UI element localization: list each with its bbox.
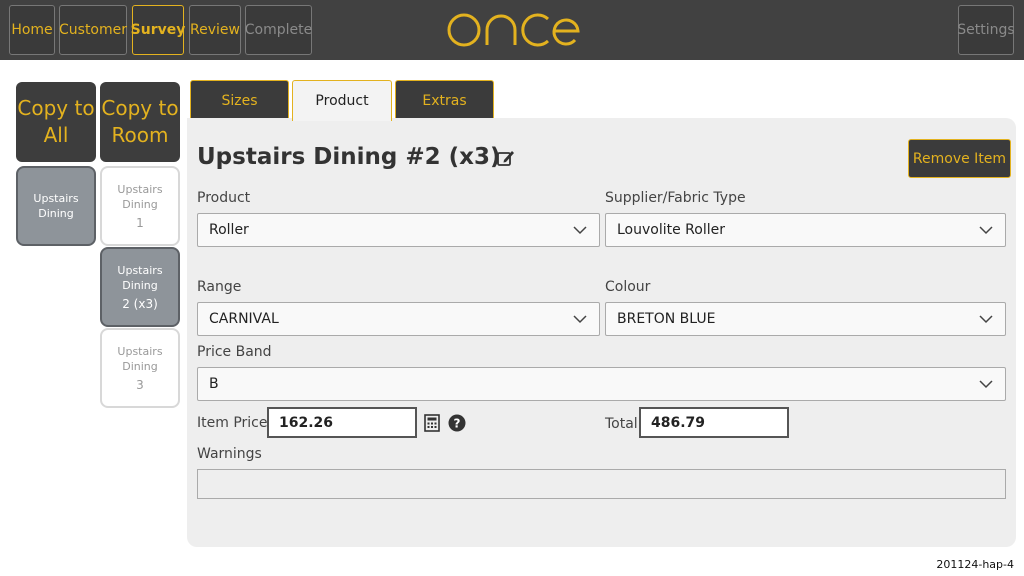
calculator-icon[interactable]: [424, 414, 440, 432]
nav-customer-button[interactable]: Customer: [59, 5, 127, 55]
chevron-down-icon: [979, 380, 993, 389]
remove-item-button[interactable]: Remove Item: [908, 139, 1011, 178]
chevron-down-icon: [573, 226, 587, 235]
room-name-line1: Upstairs: [33, 192, 79, 205]
room-name-line2: Dining: [122, 278, 158, 292]
nav-complete-button[interactable]: Complete: [245, 5, 312, 55]
chevron-down-icon: [979, 315, 993, 324]
chevron-down-icon: [979, 226, 993, 235]
room-item-upstairs-dining[interactable]: Upstairs Dining: [16, 166, 96, 246]
range-select[interactable]: CARNIVAL: [197, 302, 600, 336]
room-name-line2: Dining: [122, 197, 158, 211]
tab-extras[interactable]: Extras: [395, 80, 494, 120]
nav-review-button[interactable]: Review: [189, 5, 241, 55]
price-band-value: B: [209, 376, 219, 392]
tab-sizes[interactable]: Sizes: [190, 80, 289, 120]
svg-text:?: ?: [454, 417, 461, 431]
nav-settings-button[interactable]: Settings: [957, 5, 1015, 55]
room-name-line1: Upstairs: [117, 182, 163, 196]
edit-icon[interactable]: [496, 148, 516, 168]
supplier-value: Louvolite Roller: [617, 222, 725, 238]
price-band-select[interactable]: B: [197, 367, 1006, 401]
room-number: 2 (x3): [122, 296, 158, 311]
room-item-upstairs-dining-2[interactable]: Upstairs Dining 2 (x3): [100, 247, 180, 327]
room-name-line2: Dining: [122, 359, 158, 373]
nav-home-button[interactable]: Home: [9, 5, 55, 55]
tab-product[interactable]: Product: [292, 80, 392, 121]
range-label: Range: [197, 279, 242, 295]
top-nav-bar: Home Customer Survey Review Complete Set…: [0, 0, 1024, 60]
room-item-upstairs-dining-3[interactable]: Upstairs Dining 3: [100, 328, 180, 408]
room-name-line1: Upstairs: [117, 344, 163, 358]
room-name-line2: Dining: [38, 207, 74, 220]
supplier-select[interactable]: Louvolite Roller: [605, 213, 1006, 247]
item-title: Upstairs Dining #2 (x3): [197, 144, 501, 170]
room-number: 1: [136, 215, 144, 230]
warnings-label: Warnings: [197, 446, 262, 462]
colour-select[interactable]: BRETON BLUE: [605, 302, 1006, 336]
total-input[interactable]: 486.79: [639, 407, 789, 438]
product-label: Product: [197, 190, 251, 206]
chevron-down-icon: [573, 315, 587, 324]
total-label: Total: [605, 416, 638, 432]
once-logo: [447, 13, 580, 47]
item-price-input[interactable]: 162.26: [267, 407, 417, 438]
version-text: 201124-hap-4: [936, 558, 1014, 571]
help-icon[interactable]: ?: [448, 414, 466, 432]
supplier-label: Supplier/Fabric Type: [605, 190, 746, 206]
room-name-line1: Upstairs: [117, 263, 163, 277]
colour-value: BRETON BLUE: [617, 311, 716, 327]
warnings-field[interactable]: [197, 469, 1006, 499]
colour-label: Colour: [605, 279, 651, 295]
room-number: 3: [136, 377, 144, 392]
price-band-label: Price Band: [197, 344, 272, 360]
product-value: Roller: [209, 222, 249, 238]
room-item-upstairs-dining-1[interactable]: Upstairs Dining 1: [100, 166, 180, 246]
copy-to-all-button[interactable]: Copy to All: [16, 82, 96, 162]
copy-to-room-button[interactable]: Copy to Room: [100, 82, 180, 162]
nav-survey-button[interactable]: Survey: [131, 5, 185, 55]
product-select[interactable]: Roller: [197, 213, 600, 247]
range-value: CARNIVAL: [209, 311, 279, 327]
item-price-label: Item Price: [197, 415, 268, 431]
